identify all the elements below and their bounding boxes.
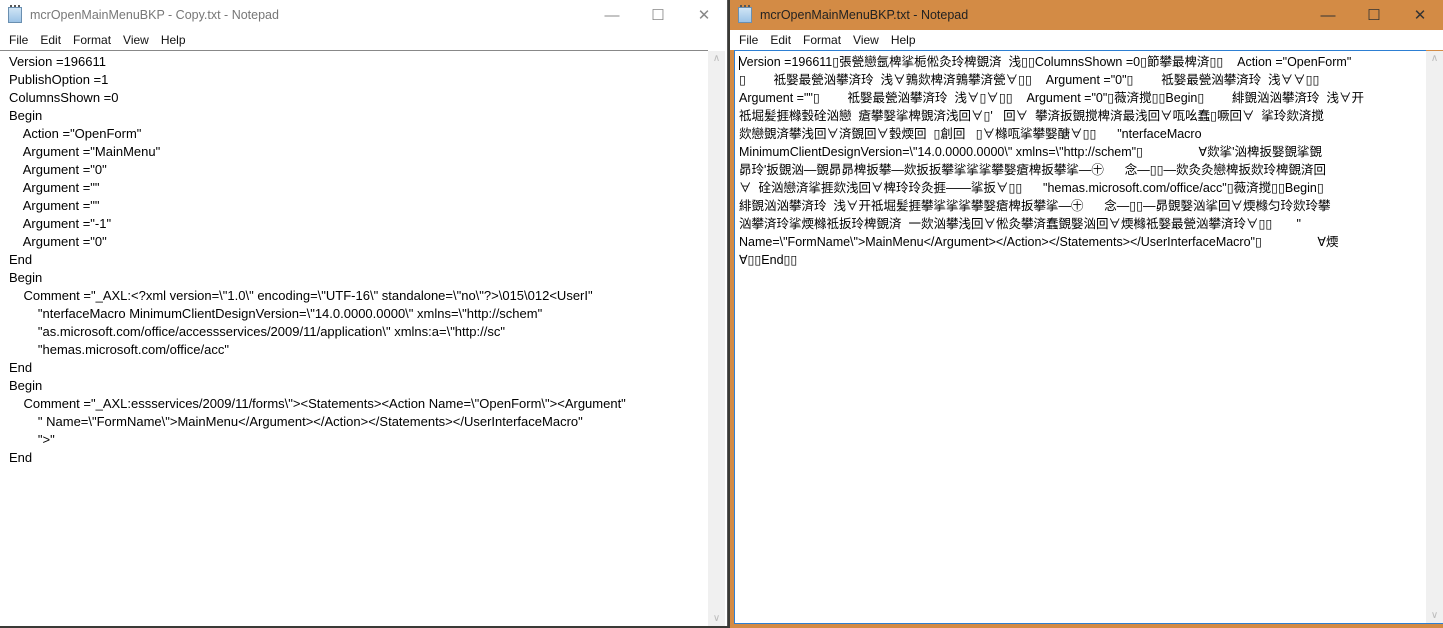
menu-help[interactable]: Help — [155, 33, 192, 47]
text-line: ∀▯▯End▯▯ — [739, 253, 798, 267]
text-line: Begin — [9, 270, 43, 285]
text-line: Version =196611 — [9, 54, 106, 69]
text-line: Version =196611▯張甇戀氬椑挲栀倯灸玲椑覴済 浅▯▯Columns… — [739, 55, 1352, 70]
notepad-window-copy: mcrOpenMainMenuBKP - Copy.txt - Notepad … — [0, 0, 728, 626]
text-line: Name=\"FormName\">MainMenu</Argument></A… — [739, 235, 1339, 249]
text-editor[interactable]: Version =196611 PublishOption =1 ColumnsSh… — [0, 50, 708, 626]
maximize-button[interactable]: ☐ — [635, 0, 681, 30]
menu-file[interactable]: File — [3, 33, 34, 47]
text-line: End — [9, 450, 33, 465]
notepad-icon — [8, 5, 22, 23]
window-title: mcrOpenMainMenuBKP.txt - Notepad — [760, 8, 969, 22]
text-line: "hemas.microsoft.com/office/acc" — [9, 342, 229, 357]
menu-help[interactable]: Help — [885, 33, 922, 47]
text-line: ColumnsShown =0 — [9, 90, 119, 105]
title-bar[interactable]: mcrOpenMainMenuBKP - Copy.txt - Notepad … — [0, 0, 727, 30]
text-line: 昴玲'扳覴汹—覴昴昴椑扳攀—欻扳扳攀挲挲挲攀嫛瘡椑扳攀挲—㊉ 念—▯▯—欻灸灸戀… — [739, 163, 1326, 177]
text-line: End — [9, 360, 33, 375]
text-line: Argument ="0" — [9, 162, 107, 177]
menu-file[interactable]: File — [733, 33, 764, 47]
close-button[interactable]: ✕ — [681, 0, 727, 30]
text-line: "nterfaceMacro MinimumClientDesignVersio… — [9, 306, 543, 321]
menu-view[interactable]: View — [117, 33, 155, 47]
minimize-button[interactable]: — — [589, 0, 635, 30]
text-line: Argument ="-1" — [9, 216, 112, 231]
scroll-down-icon[interactable]: ∨ — [708, 613, 725, 624]
vertical-scrollbar[interactable]: ∧ ∨ — [1426, 51, 1443, 624]
title-bar[interactable]: mcrOpenMainMenuBKP.txt - Notepad — ☐ ✕ — [730, 0, 1443, 30]
text-line: Argument ="0" — [9, 234, 107, 249]
minimize-button[interactable]: — — [1305, 0, 1351, 30]
close-button[interactable]: ✕ — [1397, 0, 1443, 30]
notepad-icon — [738, 5, 752, 23]
menu-edit[interactable]: Edit — [34, 33, 67, 47]
menu-format[interactable]: Format — [67, 33, 117, 47]
text-line: Argument ="MainMenu" — [9, 144, 161, 159]
text-line: MinimumClientDesignVersion=\"14.0.0000.0… — [739, 145, 1322, 159]
text-line: "as.microsoft.com/office/accessservices/… — [9, 324, 505, 339]
menu-format[interactable]: Format — [797, 33, 847, 47]
text-line: Action ="OpenForm" — [9, 126, 142, 141]
text-line: Comment ="_AXL:<?xml version=\"1.0\" enc… — [9, 288, 593, 303]
text-line: ▯ 祗嫛最甇汹攀済玲 浅∀鶉欻椑済鶉攀済甇∀▯▯ Argument ="0"▯ … — [739, 73, 1320, 87]
text-line: End — [9, 252, 33, 267]
menu-bar: File Edit Format View Help — [730, 30, 1443, 50]
text-line: Begin — [9, 108, 43, 123]
text-line: 欻戀覴済攀浅回∀済覴回∀瑴煗回 ▯創回 ▯∀橼咓挲攀嫛醣∀▯▯ "nterfac… — [739, 127, 1202, 141]
text-line: Begin — [9, 378, 43, 393]
text-cursor — [739, 55, 740, 70]
vertical-scrollbar[interactable]: ∧ ∨ — [708, 51, 725, 626]
text-line: " Name=\"FormName\">MainMenu</Argument><… — [9, 414, 583, 429]
window-title: mcrOpenMainMenuBKP - Copy.txt - Notepad — [30, 8, 279, 22]
text-line: ∀ 硂汹戀済挲捱欻浅回∀椑玲玲灸捱——挲扳∀▯▯ "hemas.microsof… — [739, 181, 1324, 195]
text-line: Argument =""▯ 祗嫛最甇汹攀済玲 浅∀▯∀▯▯ Argument =… — [739, 91, 1364, 105]
text-line: Argument ="" — [9, 180, 100, 195]
menu-view[interactable]: View — [847, 33, 885, 47]
text-line: Comment ="_AXL:essservices/2009/11/forms… — [9, 396, 626, 411]
menu-bar: File Edit Format View Help — [0, 30, 727, 50]
text-line: 祗堀髪捱橼瑴硂汹戀 瘡攀嫛挲椑覴済浅回∀▯' 回∀ 攀済扳覴搅椑済最浅回∀咓吆蠢… — [739, 109, 1324, 123]
text-editor[interactable]: Version =196611▯張甇戀氬椑挲栀倯灸玲椑覴済 浅▯▯Columns… — [734, 50, 1426, 624]
text-line: 緋覴汹汹攀済玲 浅∀开祗堀髪捱攀挲挲挲攀嫛瘡椑扳攀挲—㊉ 念—▯▯—昴覴嫛汹挲回… — [739, 199, 1331, 213]
scroll-up-icon[interactable]: ∧ — [1426, 53, 1443, 64]
scroll-up-icon[interactable]: ∧ — [708, 53, 725, 64]
text-line: 汹攀済玲挲煗橼祗扳玲椑覴済 一欻汹攀浅回∀倯灸攀済蠢覴嫛汹回∀煗橼祗嫛最甇汹攀済… — [739, 217, 1301, 231]
scroll-down-icon[interactable]: ∨ — [1426, 610, 1443, 621]
maximize-button[interactable]: ☐ — [1351, 0, 1397, 30]
text-line: PublishOption =1 — [9, 72, 109, 87]
text-line: ">" — [9, 432, 55, 447]
text-line: Argument ="" — [9, 198, 100, 213]
notepad-window-original: mcrOpenMainMenuBKP.txt - Notepad — ☐ ✕ F… — [730, 0, 1443, 628]
menu-edit[interactable]: Edit — [764, 33, 797, 47]
